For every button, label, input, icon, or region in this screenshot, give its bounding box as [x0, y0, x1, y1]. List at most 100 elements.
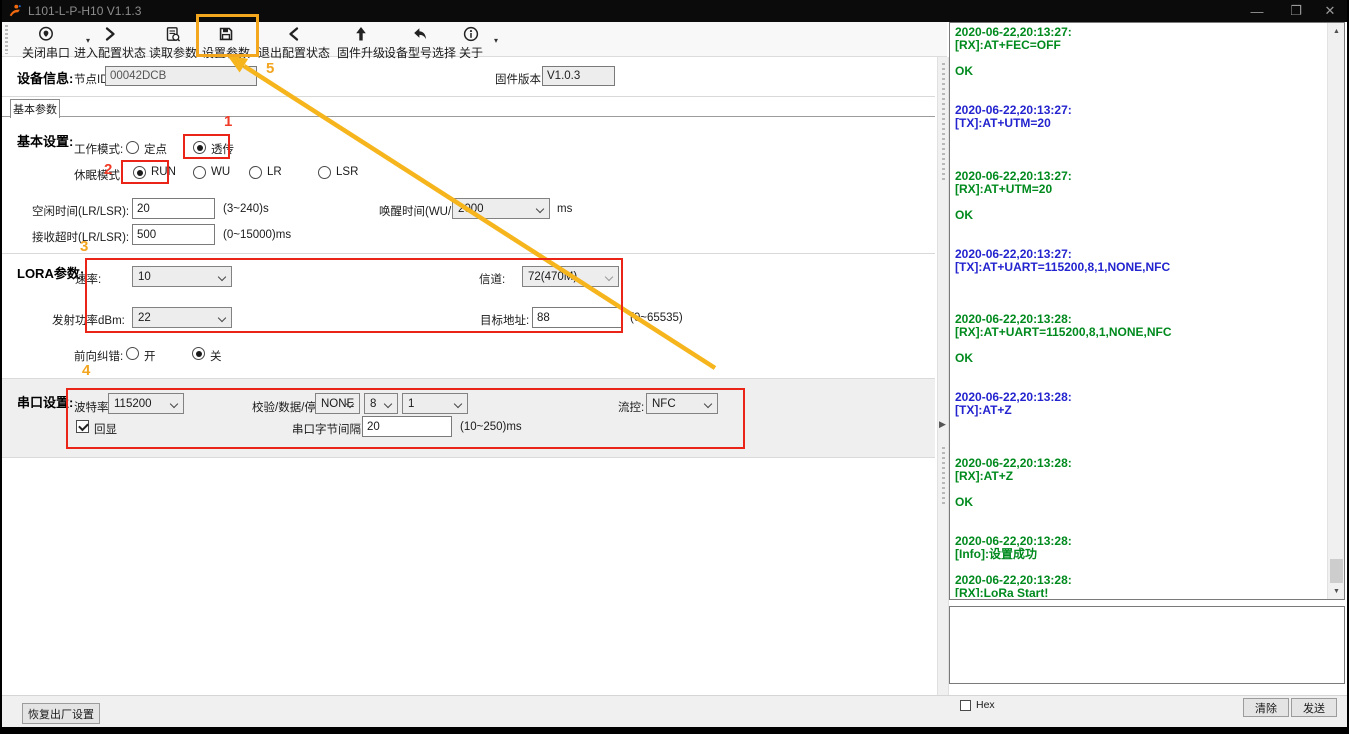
device-info-section-label: 设备信息:	[17, 71, 74, 86]
app-window: L101-L-P-H10 V1.1.3 — ❐ ✕ 关闭串口 ▾ 进入配置状态 …	[2, 0, 1347, 727]
log-line: [RX]:AT+UART=115200,8,1,NONE,NFC	[955, 325, 1172, 340]
toolbar-about-button[interactable]: 关于	[459, 24, 483, 61]
chevron-down-icon	[217, 272, 227, 282]
log-line: OK	[955, 494, 973, 509]
wake-time-select[interactable]: 2000	[452, 198, 550, 219]
log-line: OK	[955, 207, 973, 222]
hex-checkbox[interactable]	[960, 700, 971, 711]
databits-select[interactable]: 8	[364, 393, 398, 414]
screen: L101-L-P-H10 V1.1.3 — ❐ ✕ 关闭串口 ▾ 进入配置状态 …	[0, 0, 1349, 734]
stopbits-select[interactable]: 1	[402, 393, 468, 414]
toolbar-firmware-upgrade-button[interactable]: 固件升级	[337, 24, 385, 61]
work-mode-label: 工作模式:	[74, 144, 124, 156]
factory-reset-button[interactable]: 恢复出厂设置	[22, 703, 100, 724]
send-input[interactable]	[950, 607, 1344, 683]
chevron-down-icon	[535, 204, 545, 214]
toolbar-device-model-button[interactable]: 设备型号选择	[384, 24, 456, 61]
channel-select[interactable]: 72(470M)	[522, 266, 619, 287]
log-lines: 2020-06-22,20:13:27: [RX]:AT+FEC=OFF OK 2…	[955, 26, 1324, 597]
radio-sleep-run[interactable]	[133, 166, 146, 179]
target-address-field[interactable]: 88	[532, 307, 622, 328]
idle-time-field[interactable]: 20	[132, 198, 215, 219]
radio-fec-off[interactable]	[192, 347, 205, 360]
chevron-down-icon	[453, 399, 463, 409]
radio-sleep-lsr-label[interactable]: LSR	[336, 166, 358, 178]
log-line: [TX]:AT+Z	[955, 403, 1012, 418]
radio-sleep-lsr[interactable]	[318, 166, 331, 179]
send-button[interactable]: 发送	[1291, 698, 1337, 717]
tab-basic-params[interactable]: 基本参数	[10, 99, 60, 118]
close-button[interactable]: ✕	[1315, 0, 1345, 22]
rx-timeout-field[interactable]: 500	[132, 224, 215, 245]
log-scrollbar[interactable]: ▲ ▼	[1327, 23, 1344, 599]
toolbar-close-serial-button[interactable]: 关闭串口	[22, 24, 70, 61]
toolbar-set-params-button[interactable]: 设置参数	[202, 24, 250, 61]
bottom-bar	[2, 695, 1347, 727]
radio-work-mode-transparent[interactable]	[193, 141, 206, 154]
minimize-button[interactable]: —	[1242, 0, 1272, 22]
log-line: [TX]:AT+UART=115200,8,1,NONE,NFC	[955, 259, 1171, 274]
info-icon	[462, 24, 480, 43]
scroll-down-icon[interactable]: ▼	[1328, 583, 1345, 599]
radio-fec-off-label[interactable]: 关	[210, 348, 222, 364]
toolbar-device-model-label: 设备型号选择	[383, 46, 457, 60]
toolbar-enter-config-button[interactable]: 进入配置状态	[74, 24, 146, 61]
panel-splitter[interactable]: ▶	[937, 57, 949, 695]
serial-port-icon	[37, 24, 55, 43]
toolbar-read-params-button[interactable]: 读取参数	[149, 24, 197, 61]
splitter-collapse-arrow-icon[interactable]: ▶	[939, 419, 946, 430]
radio-sleep-run-label[interactable]: RUN	[151, 166, 176, 178]
radio-work-mode-transparent-label[interactable]: 透传	[211, 141, 234, 157]
log-line: OK	[955, 64, 973, 79]
flow-control-select[interactable]: NFC	[646, 393, 718, 414]
wake-time-unit: ms	[557, 203, 573, 215]
byte-interval-field[interactable]: 20	[362, 416, 452, 437]
scrollbar-thumb[interactable]	[1330, 559, 1343, 583]
read-params-icon	[164, 24, 182, 43]
flow-control-label: 流控:	[618, 402, 645, 414]
clear-button[interactable]: 清除	[1243, 698, 1289, 717]
save-icon	[217, 24, 235, 43]
title-bar: L101-L-P-H10 V1.1.3 — ❐ ✕	[2, 0, 1347, 22]
send-input-panel	[949, 606, 1345, 684]
radio-sleep-wu[interactable]	[193, 166, 206, 179]
firmware-version-field[interactable]: V1.0.3	[542, 66, 615, 86]
radio-sleep-lr[interactable]	[249, 166, 262, 179]
firmware-version-label: 固件版本:	[495, 74, 545, 86]
log-line: 2020-06-22,20:13:27:	[955, 168, 1072, 183]
idle-time-hint: (3~240)s	[223, 203, 269, 215]
toolbar-exit-config-button[interactable]: 退出配置状态	[258, 24, 330, 61]
rx-timeout-hint: (0~15000)ms	[223, 229, 292, 241]
radio-work-mode-fixed[interactable]	[126, 141, 139, 154]
baud-select[interactable]: 115200	[108, 393, 184, 414]
tx-power-select[interactable]: 22	[132, 307, 232, 328]
node-id-field[interactable]: 00042DCB	[105, 66, 257, 86]
echo-checkbox[interactable]	[76, 420, 89, 433]
maximize-button[interactable]: ❐	[1281, 0, 1311, 22]
log-line: [Info]:设置成功	[955, 546, 1037, 561]
log-panel[interactable]: 2020-06-22,20:13:27: [RX]:AT+FEC=OFF OK 2…	[949, 22, 1345, 600]
scroll-up-icon[interactable]: ▲	[1328, 23, 1345, 39]
radio-fec-on[interactable]	[126, 347, 139, 360]
radio-work-mode-fixed-label[interactable]: 定点	[144, 141, 167, 157]
splitter-dots	[942, 63, 945, 183]
radio-sleep-wu-label[interactable]: WU	[211, 166, 230, 178]
about-dropdown-caret[interactable]: ▾	[494, 36, 498, 45]
rate-select[interactable]: 10	[132, 266, 232, 287]
toolbar-grip[interactable]	[5, 25, 8, 54]
chevron-down-icon	[604, 272, 614, 282]
parity-select[interactable]: NONE	[315, 393, 360, 414]
radio-fec-on-label[interactable]: 开	[144, 348, 156, 364]
radio-sleep-lr-label[interactable]: LR	[267, 166, 282, 178]
tab-underline	[2, 116, 935, 117]
